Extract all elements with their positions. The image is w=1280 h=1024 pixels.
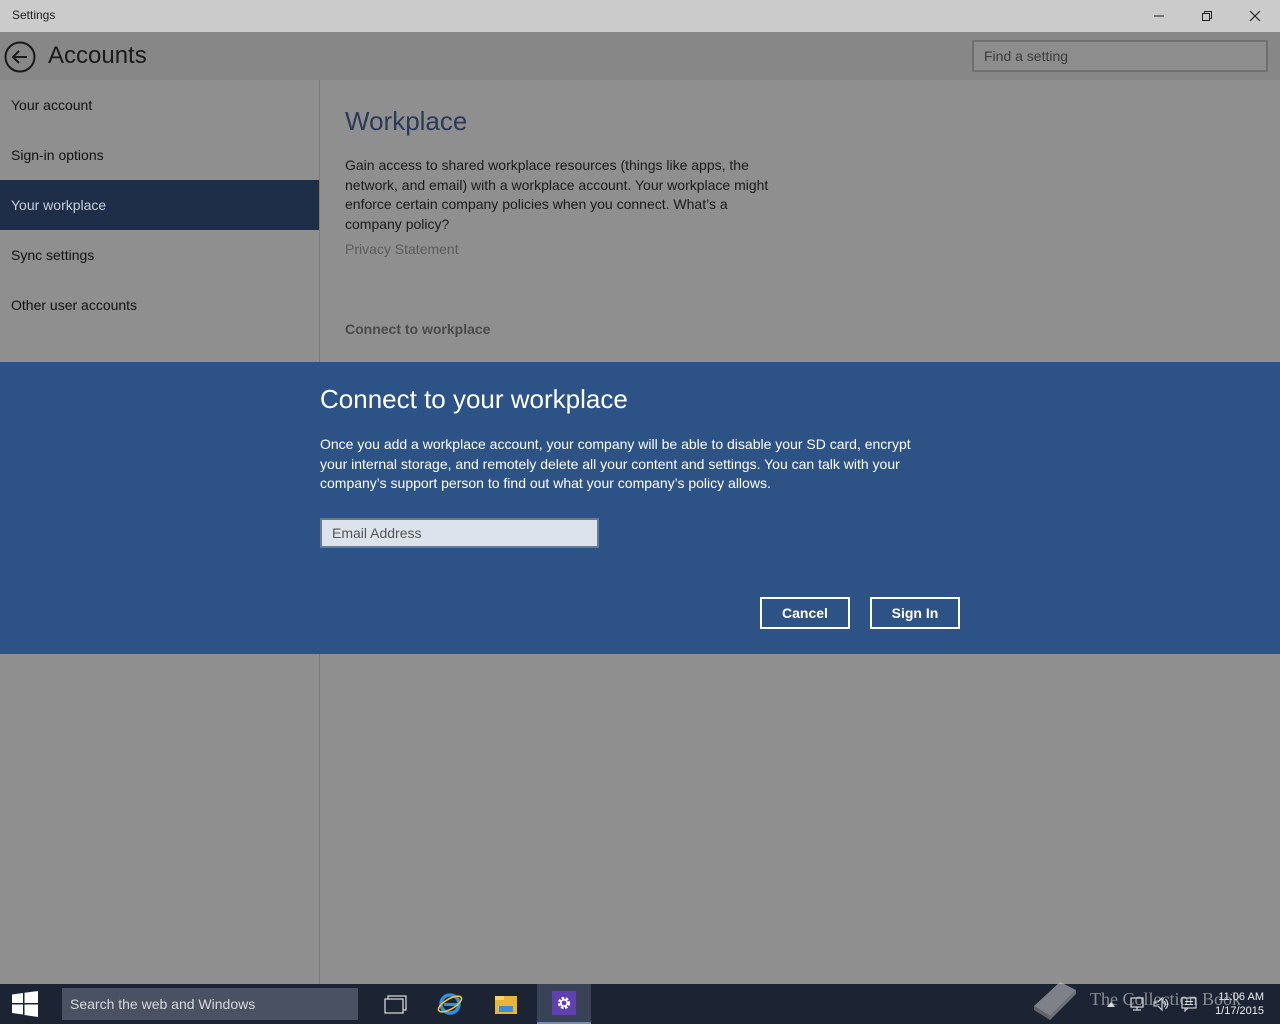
task-view-icon: [384, 995, 407, 1014]
internet-explorer-icon: [437, 993, 463, 1015]
dialog-title: Connect to your workplace: [320, 384, 628, 414]
clock-date: 1/17/2015: [1215, 1005, 1264, 1017]
network-icon: [1130, 997, 1144, 1011]
sidebar-item-label: Sign-in options: [11, 147, 104, 163]
sidebar-item-label: Your account: [11, 97, 93, 113]
minimize-button[interactable]: [1136, 0, 1182, 32]
cancel-button[interactable]: Cancel: [760, 597, 850, 629]
restore-button[interactable]: [1184, 0, 1230, 32]
connect-to-workplace-link[interactable]: Connect to workplace: [345, 321, 490, 337]
title-bar: Settings: [0, 0, 1280, 32]
sign-in-button[interactable]: Sign In: [870, 597, 960, 629]
privacy-statement-link[interactable]: Privacy Statement: [345, 241, 459, 257]
page-title: Accounts: [48, 42, 147, 69]
internet-explorer-button[interactable]: [423, 984, 477, 1024]
windows-logo-icon: [12, 991, 38, 1017]
network-button[interactable]: [1126, 984, 1148, 1024]
sidebar-item-your-account[interactable]: Your account: [0, 80, 319, 130]
section-description: Gain access to shared workplace resource…: [345, 157, 769, 232]
email-input[interactable]: [322, 520, 597, 546]
sidebar-item-other-user-accounts[interactable]: Other user accounts: [0, 280, 319, 330]
volume-icon: [1153, 996, 1169, 1012]
settings-icon: [552, 991, 576, 1015]
file-explorer-icon: [495, 996, 517, 1014]
file-explorer-button[interactable]: [479, 984, 533, 1024]
sidebar-item-label: Other user accounts: [11, 297, 138, 313]
window-title: Settings: [12, 8, 56, 22]
clock-time: 11:06 AM: [1218, 991, 1264, 1003]
email-field[interactable]: [320, 518, 599, 548]
close-icon: [1249, 10, 1261, 22]
find-setting-input[interactable]: [974, 42, 1266, 70]
sidebar-item-label: Your workplace: [11, 197, 107, 213]
notification-icon: [1181, 997, 1197, 1012]
back-arrow-icon: [4, 41, 36, 73]
sidebar-item-your-workplace[interactable]: Your workplace: [0, 180, 319, 230]
show-hidden-icons-button[interactable]: [1104, 984, 1118, 1024]
taskbar-search-box[interactable]: Search the web and Windows: [62, 988, 358, 1020]
settings-app-button[interactable]: [537, 984, 591, 1024]
taskbar-clock[interactable]: 11:06 AM 1/17/2015: [1215, 990, 1264, 1018]
volume-button[interactable]: [1150, 984, 1172, 1024]
dialog-body: Once you add a workplace account, your c…: [320, 436, 911, 491]
close-button[interactable]: [1232, 0, 1278, 32]
restore-icon: [1202, 11, 1212, 21]
find-setting-box[interactable]: [972, 40, 1268, 72]
sidebar-item-label: Sync settings: [11, 247, 95, 263]
sidebar-item-sync-settings[interactable]: Sync settings: [0, 230, 319, 280]
section-heading: Workplace: [345, 106, 468, 136]
start-button[interactable]: [0, 984, 50, 1024]
book-icon: [1034, 982, 1076, 1020]
sidebar-item-sign-in-options[interactable]: Sign-in options: [0, 130, 319, 180]
back-button[interactable]: [4, 41, 36, 73]
connect-workplace-dialog: Connect to your workplace Once you add a…: [0, 362, 1280, 654]
app-header: Accounts: [0, 32, 1280, 80]
task-view-button[interactable]: [369, 984, 423, 1024]
action-center-button[interactable]: [1178, 984, 1200, 1024]
minimize-icon: [1154, 15, 1164, 17]
taskbar-search-placeholder: Search the web and Windows: [70, 996, 256, 1012]
chevron-up-icon: [1107, 1002, 1115, 1007]
taskbar: Search the web and Windows The Collectio…: [0, 982, 1280, 1024]
